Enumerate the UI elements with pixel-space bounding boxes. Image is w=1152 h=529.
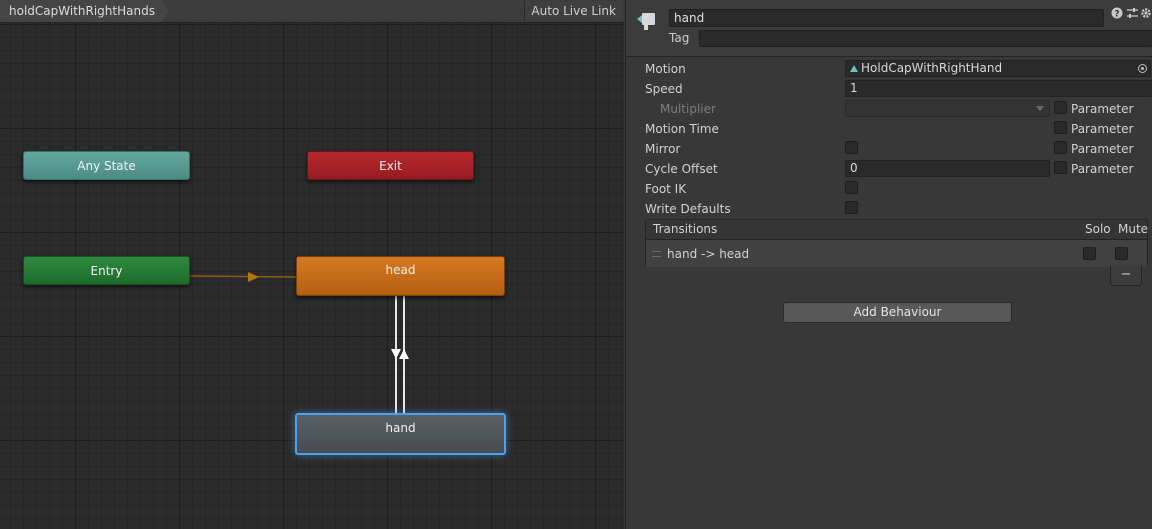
cycle-offset-parameter-checkbox[interactable] xyxy=(1054,161,1067,174)
mirror-checkbox[interactable] xyxy=(845,141,858,154)
multiplier-parameter-label: Parameter xyxy=(1071,102,1134,116)
mirror-parameter-label: Parameter xyxy=(1071,142,1134,156)
mirror-label: Mirror xyxy=(645,142,681,156)
entry-transition-arrow xyxy=(248,272,259,282)
entry-to-head-transition xyxy=(189,275,297,278)
transitions-header-label: Transitions xyxy=(653,222,718,236)
add-behaviour-button[interactable]: Add Behaviour xyxy=(783,302,1012,323)
inspector-panel: hand ? Tag Motion HoldCapWithRightHand S… xyxy=(625,0,1152,529)
write-defaults-checkbox[interactable] xyxy=(845,201,858,214)
drag-handle-icon[interactable] xyxy=(652,251,661,257)
speed-input[interactable]: 1 xyxy=(845,80,1152,97)
transition-solo-checkbox[interactable] xyxy=(1083,247,1096,260)
down-arrow-icon xyxy=(391,349,401,359)
mute-column-label: Mute xyxy=(1118,222,1149,236)
cycle-offset-parameter-label: Parameter xyxy=(1071,162,1134,176)
cycle-offset-input[interactable]: 0 xyxy=(845,160,1050,177)
transitions-header: Transitions Solo Mute xyxy=(646,220,1149,240)
state-node-entry[interactable]: Entry xyxy=(23,256,190,285)
state-node-exit[interactable]: Exit xyxy=(307,151,474,180)
foot-ik-checkbox[interactable] xyxy=(845,181,858,194)
solo-column-label: Solo xyxy=(1085,222,1111,236)
motion-value: HoldCapWithRightHand xyxy=(861,61,1003,75)
transition-row[interactable]: hand -> head xyxy=(646,240,1147,267)
state-node-hand-selected[interactable]: hand xyxy=(295,413,506,455)
dropdown-arrow-icon xyxy=(1036,106,1044,111)
svg-text:?: ? xyxy=(1114,10,1119,20)
multiplier-label: Multiplier xyxy=(660,102,716,116)
presets-icon[interactable] xyxy=(1125,7,1139,21)
motion-time-parameter-checkbox[interactable] xyxy=(1054,121,1067,134)
tag-input[interactable] xyxy=(699,30,1152,47)
foot-ik-label: Foot IK xyxy=(645,182,687,196)
transition-row-label: hand -> head xyxy=(667,247,750,261)
tag-label: Tag xyxy=(669,31,690,45)
breadcrumb-layer[interactable]: holdCapWithRightHands xyxy=(0,0,169,22)
graph-toolbar: holdCapWithRightHands Auto Live Link xyxy=(0,0,624,23)
state-node-any-state[interactable]: Any State xyxy=(23,151,190,180)
object-picker-icon[interactable] xyxy=(1138,64,1147,73)
up-arrow-icon xyxy=(399,349,409,359)
animator-graph[interactable]: holdCapWithRightHands Auto Live Link Any… xyxy=(0,0,624,529)
multiplier-dropdown[interactable] xyxy=(845,100,1050,117)
motion-time-label: Motion Time xyxy=(645,122,719,136)
animation-clip-icon xyxy=(850,65,858,72)
speed-label: Speed xyxy=(645,82,683,96)
transitions-list: Transitions Solo Mute hand -> head xyxy=(645,219,1148,267)
motion-time-parameter-label: Parameter xyxy=(1071,122,1134,136)
motion-label: Motion xyxy=(645,62,686,76)
auto-live-link-button[interactable]: Auto Live Link xyxy=(524,1,622,21)
state-name-input[interactable]: hand xyxy=(669,9,1104,27)
help-icon[interactable]: ? xyxy=(1110,7,1124,21)
motion-object-field[interactable]: HoldCapWithRightHand xyxy=(845,60,1151,77)
multiplier-parameter-checkbox[interactable] xyxy=(1054,101,1067,114)
mirror-parameter-checkbox[interactable] xyxy=(1054,141,1067,154)
state-node-head[interactable]: head xyxy=(296,256,505,296)
settings-icon[interactable] xyxy=(1139,7,1152,21)
transition-mute-checkbox[interactable] xyxy=(1115,247,1128,260)
remove-transition-button[interactable]: − xyxy=(1110,266,1142,286)
write-defaults-label: Write Defaults xyxy=(645,202,731,216)
inspector-header: hand ? Tag xyxy=(626,0,1152,57)
animator-state-icon xyxy=(637,13,655,30)
cycle-offset-label: Cycle Offset xyxy=(645,162,718,176)
